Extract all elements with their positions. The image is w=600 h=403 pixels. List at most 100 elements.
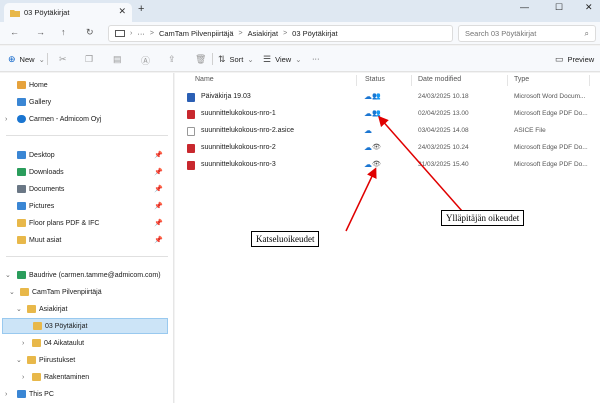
folder-icon <box>32 373 41 381</box>
sidebar-item-04-aikataulut[interactable]: › 04 Aikataulut <box>0 335 172 351</box>
sidebar-item-home[interactable]: Home <box>0 77 172 93</box>
command-bar: ⊕ New ⌄ ✂ ❐ ▤ Ⓐ ⇪ 🗑 ⇅ Sort ⌄ ☰ View ⌄ ··… <box>0 46 600 72</box>
rename-button[interactable]: Ⓐ <box>141 54 154 67</box>
table-row[interactable]: Päiväkirja 19.03 ☁ 👥 24/03/2025 10.18 Mi… <box>179 89 599 105</box>
maximize-button[interactable]: ☐ <box>555 2 563 13</box>
close-window-button[interactable]: ✕ <box>585 2 593 13</box>
column-divider <box>507 75 508 86</box>
column-divider <box>589 75 590 86</box>
drive-icon <box>17 271 26 279</box>
more-options-button[interactable]: ··· <box>312 54 320 63</box>
column-header-date-modified[interactable]: Date modified <box>418 76 461 83</box>
chevron-down-icon[interactable]: ⌄ <box>9 288 15 296</box>
chevron-right-icon[interactable]: › <box>5 391 7 398</box>
chevron-right-icon[interactable]: › <box>22 374 24 381</box>
sort-label: Sort <box>229 55 244 64</box>
minimize-button[interactable]: — <box>520 2 529 12</box>
sidebar-item-this-pc[interactable]: › This PC <box>0 386 172 402</box>
search-input[interactable] <box>465 29 575 38</box>
view-only-eye-icon: 👁 <box>372 144 381 151</box>
path-separator: > <box>149 30 154 37</box>
file-type: Microsoft Edge PDF Do... <box>514 110 588 117</box>
sidebar-item-label: Home <box>29 81 48 89</box>
tab-03-poytakirjat[interactable]: 03 Pöytäkirjat ✕ <box>4 3 132 22</box>
sidebar-item-documents[interactable]: Documents 📌 <box>0 181 172 197</box>
copy-button[interactable]: ❐ <box>85 54 97 65</box>
file-type: Microsoft Edge PDF Do... <box>514 161 588 168</box>
chevron-down-icon[interactable]: ⌄ <box>16 356 22 364</box>
new-button[interactable]: ⊕ New ⌄ <box>8 54 45 65</box>
new-tab-button[interactable]: + <box>138 3 144 15</box>
table-row[interactable]: suunnittelukokous-nro-2 ☁ 👁 24/03/2025 1… <box>179 140 599 156</box>
sidebar-item-03-poytakirjat[interactable]: 03 Pöytäkirjat <box>2 318 168 334</box>
pin-icon: 📌 <box>154 203 163 210</box>
pdf-file-icon <box>187 144 195 153</box>
table-row[interactable]: suunnittelukokous-nro-3 ☁ 👁 31/03/2025 1… <box>179 157 599 173</box>
shared-people-icon: 👥 <box>372 93 381 100</box>
sidebar-divider <box>6 256 168 257</box>
monitor-icon <box>115 29 125 37</box>
table-row[interactable]: suunnittelukokous-nro-1 ☁ 👥 02/04/2025 1… <box>179 106 599 122</box>
pin-icon: 📌 <box>154 169 163 176</box>
sidebar-item-label: Baudrive (carmen.tamme@admicom.com) <box>29 271 161 279</box>
paste-button[interactable]: ▤ <box>113 54 126 65</box>
folder-icon <box>10 9 20 17</box>
sidebar-item-desktop[interactable]: Desktop 📌 <box>0 147 172 163</box>
forward-button[interactable]: → <box>36 27 45 37</box>
shared-people-icon: 👥 <box>372 110 381 117</box>
preview-button[interactable]: ▭ Preview <box>555 54 594 65</box>
sidebar-item-floor-plans[interactable]: Floor plans PDF & IFC 📌 <box>0 215 172 231</box>
sidebar-item-label: 03 Pöytäkirjat <box>45 322 88 330</box>
sidebar-item-asiakirjat[interactable]: ⌄ Asiakirjat <box>0 301 172 317</box>
cut-icon: ✂ <box>59 54 67 64</box>
folder-icon <box>20 288 29 296</box>
sidebar-item-rakentaminen[interactable]: › Rakentaminen <box>0 369 172 385</box>
sort-button[interactable]: ⇅ Sort ⌄ <box>218 54 254 65</box>
file-type: ASICE File <box>514 127 546 134</box>
breadcrumb-camtam[interactable]: CamTam Pilvenpiirtäjä <box>159 29 234 38</box>
search-box[interactable]: ⌕ <box>458 25 596 42</box>
up-button[interactable]: ↑ <box>61 27 66 37</box>
path-more-button[interactable]: ··· <box>137 29 145 38</box>
search-icon: ⌕ <box>584 29 589 38</box>
column-header-status[interactable]: Status <box>365 76 385 83</box>
sidebar-item-label: Carmen - Admicom Oyj <box>29 115 102 123</box>
column-header-type[interactable]: Type <box>514 76 529 83</box>
file-name: Päiväkirja 19.03 <box>201 93 251 100</box>
file-list: Name Status Date modified Type Päiväkirj… <box>175 73 600 403</box>
sidebar-item-gallery[interactable]: Gallery <box>0 94 172 110</box>
sidebar-item-camtam[interactable]: ⌄ CamTam Pilvenpiirtäjä <box>0 284 172 300</box>
table-row[interactable]: suunnittelukokous-nro-2.asice ☁ 03/04/20… <box>179 123 599 139</box>
home-icon <box>17 81 26 89</box>
pdf-file-icon <box>187 161 195 170</box>
chevron-down-icon[interactable]: ⌄ <box>5 271 11 279</box>
date-modified: 03/04/2025 14.08 <box>418 127 469 134</box>
delete-button[interactable]: 🗑 <box>195 54 210 65</box>
column-header-name[interactable]: Name <box>195 76 214 83</box>
sidebar-item-baudrive[interactable]: ⌄ Baudrive (carmen.tamme@admicom.com) <box>0 267 172 283</box>
tab-close-icon[interactable]: ✕ <box>118 6 126 17</box>
address-bar[interactable]: › ··· > CamTam Pilvenpiirtäjä > Asiakirj… <box>108 25 453 42</box>
file-type: Microsoft Edge PDF Do... <box>514 144 588 151</box>
path-separator: > <box>238 30 243 37</box>
sidebar-item-downloads[interactable]: Downloads 📌 <box>0 164 172 180</box>
sidebar-item-piirustukset[interactable]: ⌄ Piirustukset <box>0 352 172 368</box>
sidebar-item-pictures[interactable]: Pictures 📌 <box>0 198 172 214</box>
back-button[interactable]: ← <box>10 27 19 37</box>
breadcrumb-asiakirjat[interactable]: Asiakirjat <box>248 29 278 38</box>
refresh-button[interactable]: ↻ <box>86 27 94 38</box>
navigation-pane: Home Gallery › Carmen - Admicom Oyj Desk… <box>0 73 174 403</box>
toolbar-divider <box>47 53 48 65</box>
chevron-down-icon[interactable]: ⌄ <box>16 305 22 313</box>
chevron-right-icon[interactable]: › <box>5 116 7 123</box>
breadcrumb-03-poytakirjat[interactable]: 03 Pöytäkirjat <box>292 29 337 38</box>
chevron-right-icon[interactable]: › <box>22 340 24 347</box>
share-button[interactable]: ⇪ <box>168 54 180 65</box>
cut-button[interactable]: ✂ <box>59 54 71 65</box>
view-button[interactable]: ☰ View ⌄ <box>263 54 302 65</box>
pin-icon: 📌 <box>154 237 163 244</box>
title-bar: 03 Pöytäkirjat ✕ + — ☐ ✕ <box>0 0 600 22</box>
sidebar-item-carmen-admicom[interactable]: › Carmen - Admicom Oyj <box>0 111 172 127</box>
sidebar-item-label: Desktop <box>29 151 55 159</box>
sidebar-item-muut-asiat[interactable]: Muut asiat 📌 <box>0 232 172 248</box>
